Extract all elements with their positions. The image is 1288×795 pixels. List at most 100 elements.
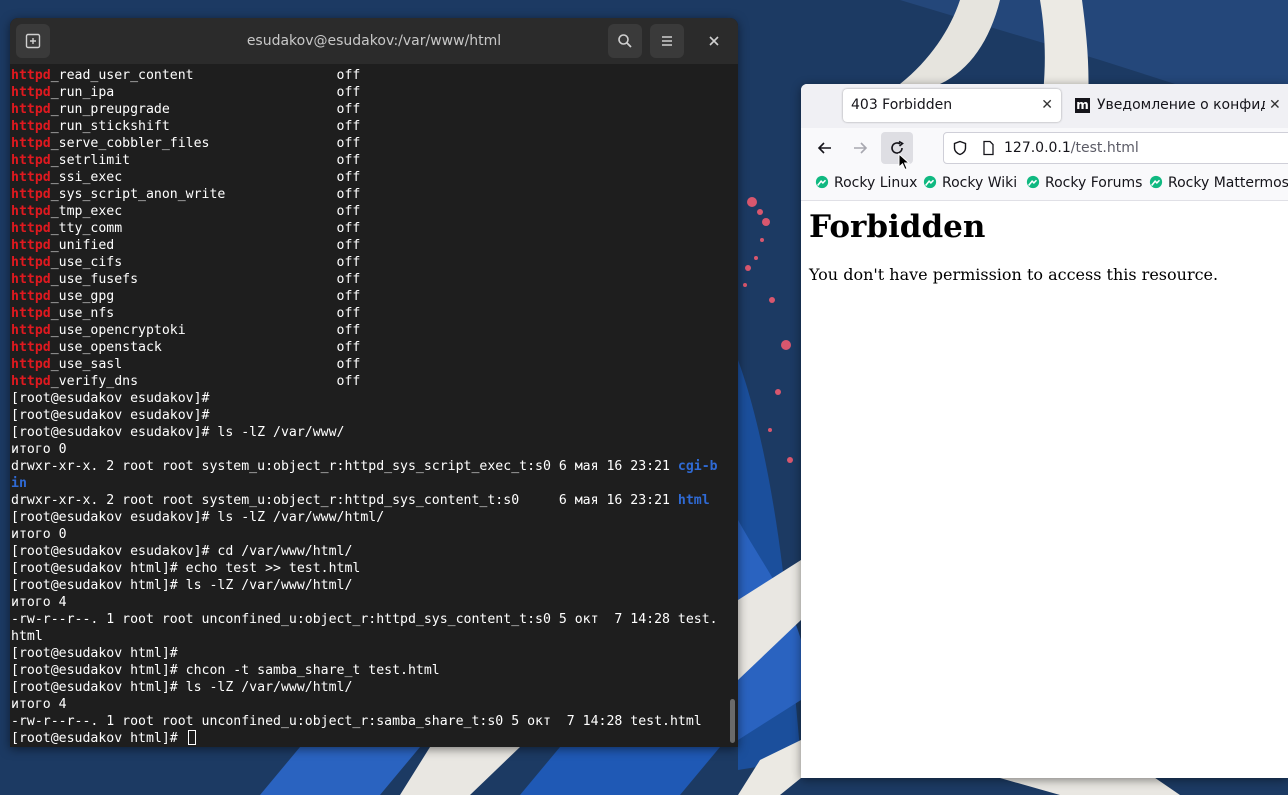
terminal-text: cgi-b xyxy=(677,459,718,474)
terminal-line: [root@esudakov esudakov]# xyxy=(11,390,718,407)
terminal-text: httpd xyxy=(11,136,51,151)
terminal-text: [root@esudakov html]# xyxy=(11,646,178,661)
terminal-line: итого 4 xyxy=(11,696,718,713)
terminal-text: _use_openstack off xyxy=(50,340,361,355)
terminal-text: [root@esudakov esudakov]# xyxy=(11,391,210,406)
browser-window[interactable]: 403 Forbidden ✕ m Уведомление о конфиден… xyxy=(801,84,1288,778)
menu-button[interactable] xyxy=(650,24,684,58)
terminal-text: httpd xyxy=(11,68,51,83)
terminal-text: html xyxy=(677,493,710,508)
terminal-line: [root@esudakov esudakov]# ls -lZ /var/ww… xyxy=(11,509,718,526)
page-heading: Forbidden xyxy=(809,209,986,245)
terminal-text: [root@esudakov esudakov]# ls -lZ /var/ww… xyxy=(11,510,385,525)
terminal-line: httpd_verify_dns off xyxy=(11,373,718,390)
terminal-text: httpd xyxy=(11,221,51,236)
close-icon xyxy=(709,36,719,46)
url-text[interactable]: 127.0.0.1/test.html xyxy=(1004,133,1139,163)
terminal-line: -rw-r--r--. 1 root root unconfined_u:obj… xyxy=(11,713,718,730)
terminal-text: httpd xyxy=(11,272,51,287)
tab-privacy-notice[interactable]: m Уведомление о конфиденциальности ✕ xyxy=(1067,89,1288,122)
terminal-line: httpd_run_preupgrade off xyxy=(11,101,718,118)
terminal-line: [root@esudakov html]# xyxy=(11,645,718,662)
bookmark-rocky-mattermost[interactable]: Rocky Mattermost xyxy=(1149,172,1288,200)
terminal-text: _use_nfs off xyxy=(50,306,361,321)
terminal-text: httpd xyxy=(11,340,51,355)
terminal-line: [root@esudakov esudakov]# ls -lZ /var/ww… xyxy=(11,424,718,441)
terminal-text: итого 4 xyxy=(11,595,67,610)
mouse-pointer-icon xyxy=(898,153,910,171)
bookmark-label: Rocky Mattermost xyxy=(1168,175,1288,191)
bookmark-label: Rocky Wiki xyxy=(942,175,1018,191)
terminal-text: httpd xyxy=(11,238,51,253)
terminal-text: httpd xyxy=(11,187,51,202)
terminal-text: [root@esudakov esudakov]# xyxy=(11,408,210,423)
terminal-line: [root@esudakov html]# echo test >> test.… xyxy=(11,560,718,577)
terminal-text: _serve_cobbler_files off xyxy=(50,136,361,151)
forward-button[interactable] xyxy=(844,132,876,164)
terminal-line: html xyxy=(11,628,718,645)
bookmark-rocky-forums[interactable]: Rocky Forums xyxy=(1026,172,1142,200)
terminal-text: итого 0 xyxy=(11,442,67,457)
tab-title: 403 Forbidden xyxy=(851,97,953,113)
terminal-titlebar[interactable]: esudakov@esudakov:/var/www/html xyxy=(10,18,738,64)
terminal-text: [root@esudakov esudakov]# cd /var/www/ht… xyxy=(11,544,353,559)
rocky-linux-icon xyxy=(1026,175,1040,189)
close-button[interactable] xyxy=(697,24,731,58)
terminal-line: [root@esudakov esudakov]# xyxy=(11,407,718,424)
bookmark-rocky-wiki[interactable]: Rocky Wiki xyxy=(923,172,1017,200)
rocky-linux-icon xyxy=(1149,175,1163,189)
page-message: You don't have permission to access this… xyxy=(809,265,1219,284)
terminal-line: drwxr-xr-x. 2 root root system_u:object_… xyxy=(11,458,718,475)
terminal-window[interactable]: esudakov@esudakov:/var/www/html httpd_re… xyxy=(10,18,738,747)
terminal-line: httpd_use_sasl off xyxy=(11,356,718,373)
terminal-text: [root@esudakov html]# chcon -t samba_sha… xyxy=(11,663,440,678)
search-button[interactable] xyxy=(608,24,642,58)
terminal-line: httpd_sys_script_anon_write off xyxy=(11,186,718,203)
back-button[interactable] xyxy=(809,132,841,164)
terminal-line: httpd_setrlimit off xyxy=(11,152,718,169)
tab-close-icon[interactable]: ✕ xyxy=(1041,89,1053,122)
new-tab-button[interactable] xyxy=(16,24,50,58)
terminal-line: httpd_read_user_content off xyxy=(11,67,718,84)
terminal-line: httpd_run_stickshift off xyxy=(11,118,718,135)
terminal-text: drwxr-xr-x. 2 root root system_u:object_… xyxy=(11,459,678,474)
tab-close-icon[interactable]: ✕ xyxy=(1269,89,1281,122)
scrollbar-thumb[interactable] xyxy=(730,699,735,743)
tab-403-forbidden[interactable]: 403 Forbidden ✕ xyxy=(843,89,1061,122)
terminal-text: [root@esudakov esudakov]# ls -lZ /var/ww… xyxy=(11,425,345,440)
terminal-line: httpd_use_opencryptoki off xyxy=(11,322,718,339)
terminal-text: _use_gpg off xyxy=(50,289,361,304)
bookmark-rocky-linux[interactable]: Rocky Linux xyxy=(815,172,917,200)
terminal-text: _setrlimit off xyxy=(50,153,361,168)
terminal-text: _use_cifs off xyxy=(50,255,361,270)
bookmark-label: Rocky Linux xyxy=(834,175,918,191)
page-icon[interactable] xyxy=(980,140,996,156)
terminal-text: [root@esudakov html]# xyxy=(11,731,186,746)
terminal-text: httpd xyxy=(11,85,51,100)
terminal-title: esudakov@esudakov:/var/www/html xyxy=(246,33,502,49)
terminal-line: httpd_tmp_exec off xyxy=(11,203,718,220)
rocky-linux-icon xyxy=(923,175,937,189)
terminal-line: httpd_use_fusefs off xyxy=(11,271,718,288)
terminal-output[interactable]: httpd_read_user_content off httpd_run_ipa… xyxy=(10,64,726,747)
terminal-line: httpd_use_cifs off xyxy=(11,254,718,271)
terminal-line: итого 0 xyxy=(11,526,718,543)
terminal-text: -rw-r--r--. 1 root root unconfined_u:obj… xyxy=(11,714,702,729)
terminal-text: httpd xyxy=(11,289,51,304)
terminal-scrollbar[interactable] xyxy=(728,64,738,747)
terminal-line: [root@esudakov html]# ls -lZ /var/www/ht… xyxy=(11,577,718,594)
terminal-text: httpd xyxy=(11,255,51,270)
bookmarks-toolbar: Rocky Linux Rocky Wiki Rocky Forums Rock… xyxy=(801,172,1288,201)
rocky-linux-icon xyxy=(815,175,829,189)
terminal-text: httpd xyxy=(11,170,51,185)
terminal-text: drwxr-xr-x. 2 root root system_u:object_… xyxy=(11,493,678,508)
new-tab-icon xyxy=(25,33,41,49)
terminal-text: _sys_script_anon_write off xyxy=(50,187,361,202)
terminal-text: [root@esudakov html]# ls -lZ /var/www/ht… xyxy=(11,578,353,593)
address-bar[interactable]: 127.0.0.1/test.html xyxy=(943,132,1288,164)
shield-icon[interactable] xyxy=(952,140,968,156)
terminal-text: html xyxy=(11,629,43,644)
terminal-text: _use_fusefs off xyxy=(50,272,361,287)
terminal-line: in xyxy=(11,475,718,492)
favicon-m-icon: m xyxy=(1075,98,1090,113)
